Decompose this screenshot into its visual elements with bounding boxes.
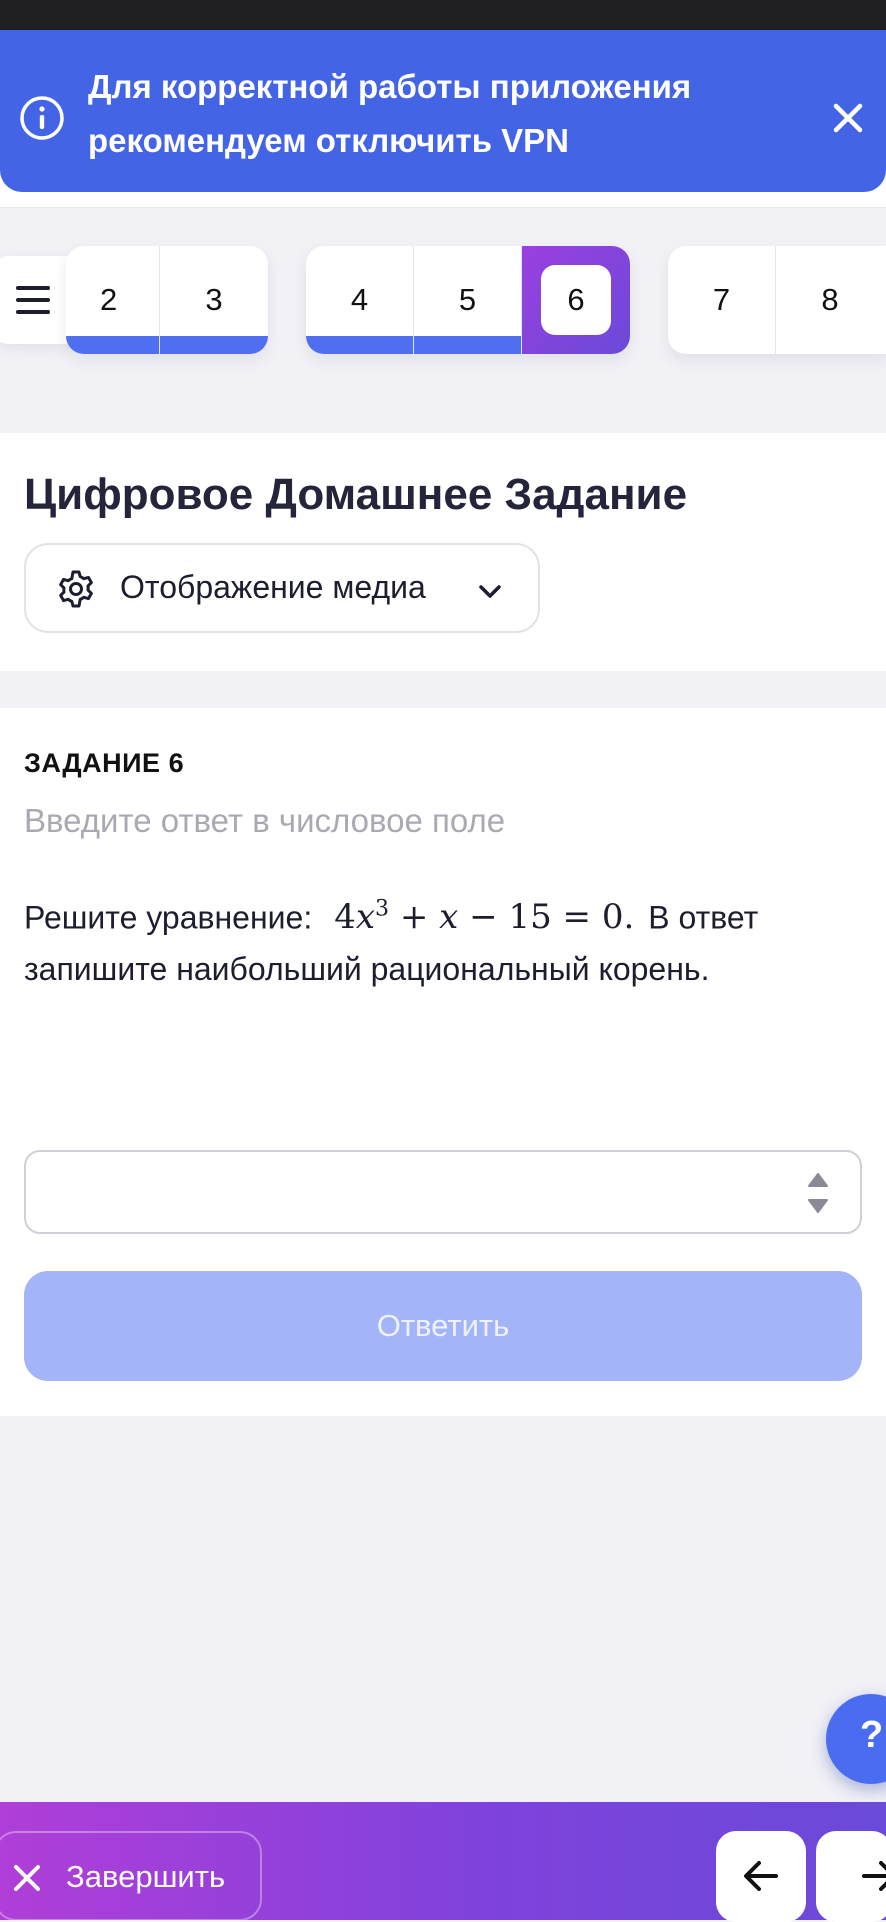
media-display-dropdown[interactable]: Отображение медиа [24, 543, 540, 633]
chevron-down-icon [479, 585, 501, 598]
media-display-label: Отображение медиа [120, 569, 426, 605]
equation-variable-2: x [439, 897, 459, 938]
status-bar [0, 0, 886, 30]
finish-label: Завершить [66, 1859, 226, 1894]
question-number: 3 [205, 282, 223, 317]
help-button[interactable]: ? [826, 1694, 886, 1784]
answer-number-field[interactable] [24, 1150, 862, 1234]
banner-message: Для корректной работы приложения рекомен… [88, 68, 692, 159]
arrow-left-icon [744, 1861, 778, 1891]
info-circle-icon [20, 96, 64, 140]
submit-answer-button[interactable]: Ответить [24, 1271, 862, 1381]
question-number: 4 [350, 282, 369, 317]
stepper-arrows-icon[interactable] [806, 1170, 830, 1216]
question-tab-2[interactable]: 2 [66, 246, 160, 354]
question-group-1: 2 3 [66, 246, 268, 354]
equation-plus: + [399, 897, 429, 938]
vpn-warning-banner: Для корректной работы приложения рекомен… [0, 30, 886, 192]
equation-tail: − 15 = 0. [469, 897, 635, 938]
question-tab-7[interactable]: 7 [668, 246, 776, 354]
previous-question-button[interactable] [716, 1831, 806, 1922]
question-tab-3[interactable]: 3 [160, 246, 268, 354]
question-tab-8[interactable]: 8 [776, 246, 884, 354]
equation: 4x3 + x − 15 = 0. [334, 897, 634, 937]
question-group-3: 7 8 [668, 246, 886, 354]
arrow-right-icon [862, 1861, 886, 1891]
gear-icon [59, 570, 93, 608]
task-text-before: Решите уравнение: [24, 899, 313, 936]
task-statement: Решите уравнение: 4x3 + x − 15 = 0. В отве… [24, 884, 864, 995]
question-tab-5[interactable]: 5 [414, 246, 522, 354]
equation-coefficient: 4 [334, 897, 356, 938]
question-number: 6 [567, 282, 585, 317]
question-group-2: 4 5 6 [306, 246, 630, 354]
task-hint: Введите ответ в числовое поле [24, 802, 506, 839]
question-number: 5 [458, 282, 477, 317]
page-title: Цифровое Домашнее Задание [24, 470, 688, 519]
equation-exponent: 3 [375, 897, 390, 922]
help-label: ? [860, 1714, 884, 1756]
bottom-action-bar: Завершить [0, 1802, 886, 1922]
task-number-label: ЗАДАНИЕ 6 [24, 748, 185, 778]
next-question-button[interactable] [816, 1831, 886, 1922]
answer-input[interactable] [26, 1152, 788, 1234]
close-icon [14, 1865, 40, 1891]
submit-answer-label: Ответить [376, 1308, 510, 1343]
equation-variable: x [355, 897, 376, 938]
question-tab-6-active[interactable]: 6 [522, 246, 630, 354]
hamburger-menu-icon [16, 286, 50, 314]
question-number: 2 [100, 282, 118, 317]
question-tab-4[interactable]: 4 [306, 246, 414, 354]
question-number: 8 [821, 282, 839, 317]
finish-button[interactable]: Завершить [0, 1831, 262, 1921]
question-number: 7 [712, 282, 731, 317]
close-icon[interactable] [828, 98, 868, 138]
